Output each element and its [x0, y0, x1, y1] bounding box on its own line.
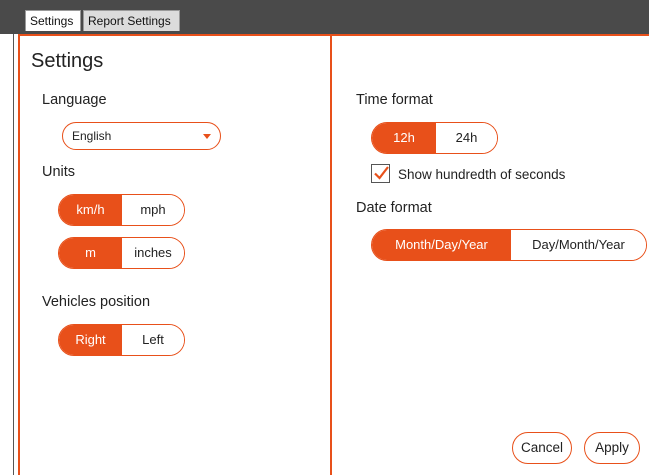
hundredth-checkbox[interactable] [371, 164, 390, 183]
length-option-m[interactable]: m [59, 238, 122, 268]
window-edge [13, 34, 14, 475]
cancel-button[interactable]: Cancel [512, 432, 572, 464]
apply-button[interactable]: Apply [584, 432, 640, 464]
top-bar: Settings Report Settings [0, 0, 649, 34]
hundredth-label: Show hundredth of seconds [398, 167, 566, 182]
date-format-toggle[interactable]: Month/Day/Year Day/Month/Year [371, 229, 647, 261]
page-title: Settings [31, 50, 104, 72]
speed-option-kmh[interactable]: km/h [59, 195, 122, 225]
tab-settings[interactable]: Settings [25, 10, 81, 31]
time-option-12h[interactable]: 12h [372, 123, 436, 153]
language-dropdown[interactable]: English [62, 122, 221, 150]
date-option-mdy[interactable]: Month/Day/Year [372, 230, 511, 260]
speed-units-toggle[interactable]: km/h mph [58, 194, 185, 226]
language-value: English [72, 129, 112, 143]
language-label: Language [42, 92, 107, 108]
tab-report-settings[interactable]: Report Settings [83, 10, 180, 31]
checkmark-icon [374, 166, 389, 180]
length-option-inches[interactable]: inches [122, 238, 184, 268]
units-label: Units [42, 164, 76, 180]
speed-option-mph[interactable]: mph [122, 195, 184, 225]
time-option-24h[interactable]: 24h [436, 123, 497, 153]
chevron-down-icon [203, 134, 211, 139]
vehicles-option-left[interactable]: Left [122, 325, 184, 355]
time-format-label: Time format [356, 92, 433, 108]
date-option-dmy[interactable]: Day/Month/Year [511, 230, 646, 260]
length-units-toggle[interactable]: m inches [58, 237, 185, 269]
vehicles-position-label: Vehicles position [42, 294, 151, 310]
vehicles-position-toggle[interactable]: Right Left [58, 324, 185, 356]
vehicles-option-right[interactable]: Right [59, 325, 122, 355]
time-format-toggle[interactable]: 12h 24h [371, 122, 498, 154]
date-format-label: Date format [356, 200, 432, 216]
